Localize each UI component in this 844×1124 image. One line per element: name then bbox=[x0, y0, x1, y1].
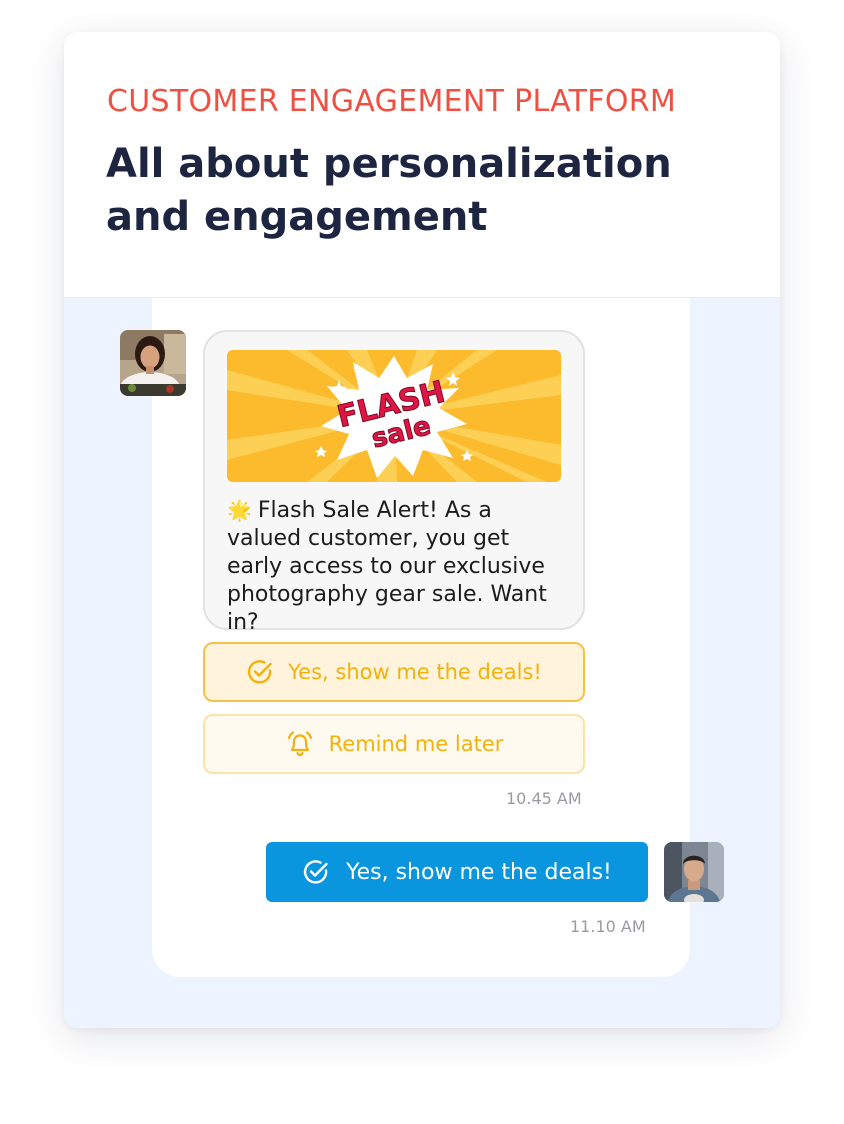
check-circle-icon bbox=[303, 860, 328, 884]
incoming-timestamp: 10.45 AM bbox=[506, 789, 582, 808]
eyebrow-label: CUSTOMER ENGAGEMENT PLATFORM bbox=[107, 84, 677, 119]
flash-sale-banner: FLASH sale bbox=[227, 350, 561, 482]
star-emoji-icon: 🌟 bbox=[227, 498, 252, 522]
quick-reply-remind-button[interactable]: Remind me later bbox=[203, 714, 585, 774]
card-header: CUSTOMER ENGAGEMENT PLATFORM All about p… bbox=[64, 32, 780, 297]
outgoing-message-text: Yes, show me the deals! bbox=[346, 859, 612, 885]
outgoing-message-bubble: Yes, show me the deals! bbox=[266, 842, 648, 902]
incoming-message-text: 🌟 Flash Sale Alert! As a valued customer,… bbox=[227, 496, 567, 637]
user-avatar bbox=[664, 842, 724, 902]
check-circle-icon bbox=[248, 660, 272, 684]
page-title: All about personalization and engagement bbox=[106, 141, 672, 240]
engagement-card: CUSTOMER ENGAGEMENT PLATFORM All about p… bbox=[64, 32, 780, 1028]
incoming-message-body: Flash Sale Alert! As a valued customer, … bbox=[227, 498, 547, 635]
quick-reply-yes-button[interactable]: Yes, show me the deals! bbox=[203, 642, 585, 702]
quick-reply-yes-label: Yes, show me the deals! bbox=[288, 660, 542, 684]
quick-reply-remind-label: Remind me later bbox=[328, 732, 504, 756]
bell-icon bbox=[287, 731, 312, 757]
outgoing-timestamp: 11.10 AM bbox=[570, 917, 646, 936]
incoming-message-bubble: FLASH sale 🌟 Flash Sale Alert! As a value… bbox=[203, 330, 585, 635]
agent-avatar bbox=[120, 330, 186, 396]
